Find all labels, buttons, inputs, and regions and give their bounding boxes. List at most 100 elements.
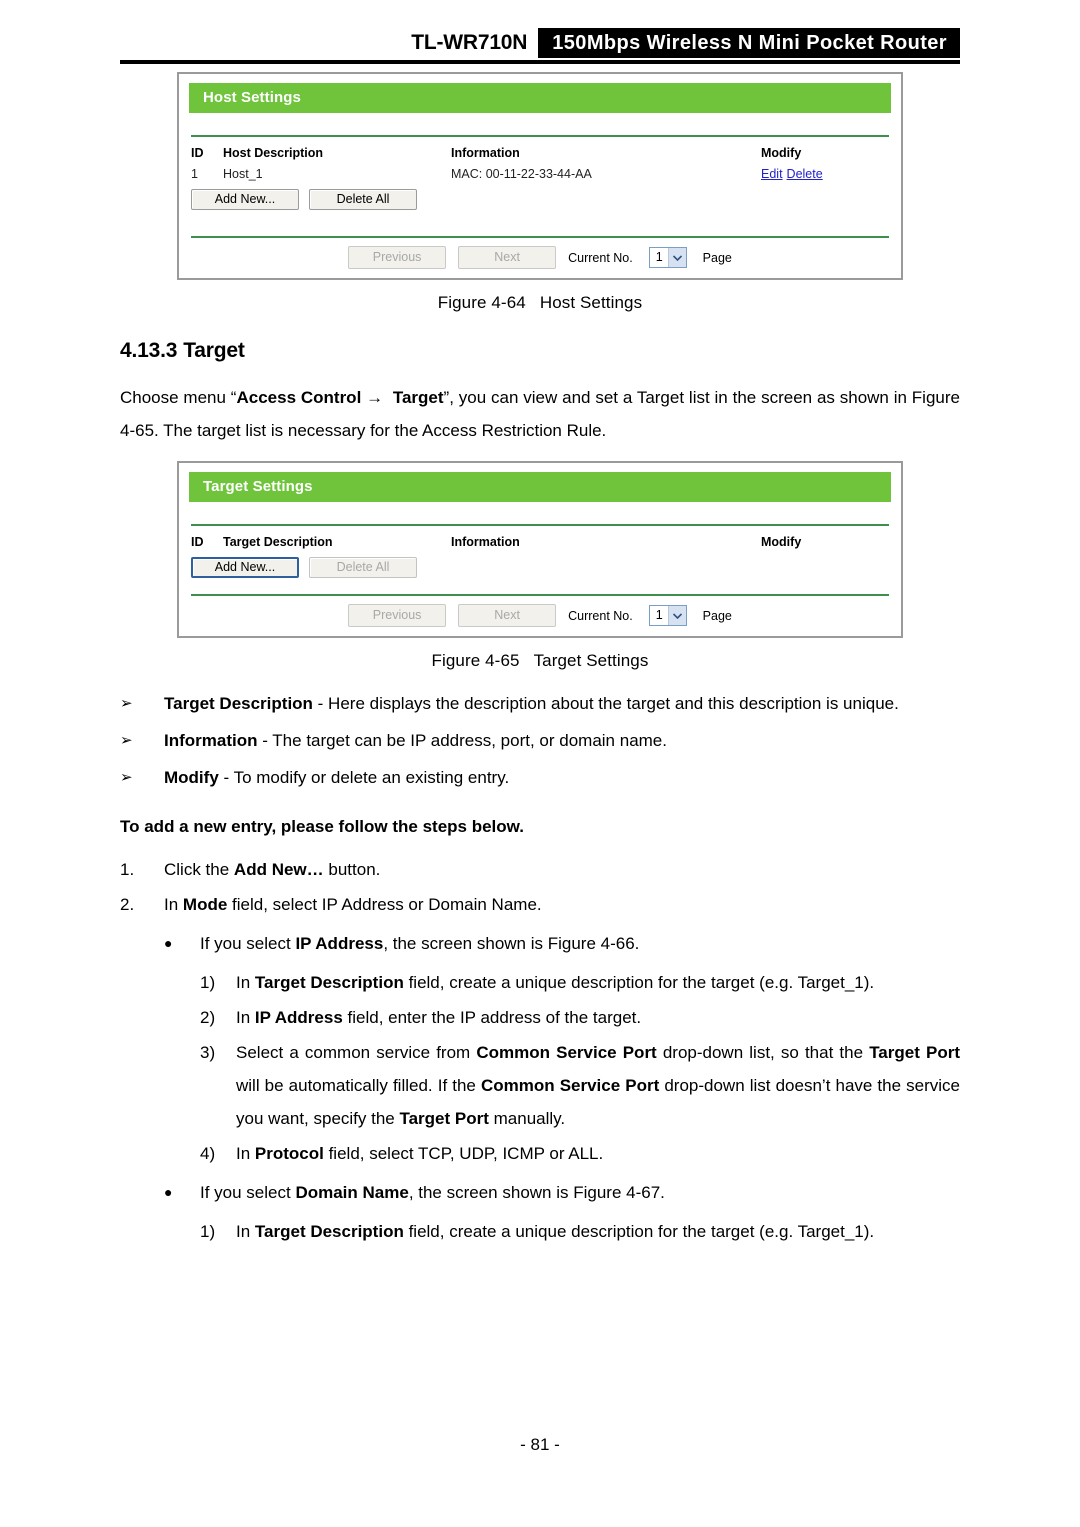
seg-bold: Common Service Port — [480, 1076, 660, 1095]
seg: In — [236, 1144, 255, 1163]
domain-branch-post: , the screen shown is Figure 4-67. — [408, 1183, 665, 1202]
domain-name-branch: ● If you select Domain Name, the screen … — [164, 1176, 960, 1209]
previous-button[interactable]: Previous — [348, 246, 447, 269]
definition-information: Information - The target can be IP addre… — [164, 724, 960, 757]
step-marker: 1. — [120, 860, 135, 879]
domain-branch-bold: Domain Name — [295, 1183, 409, 1202]
current-no-label: Current No. — [568, 250, 633, 265]
figure-4-64-caption: Figure 4-64 Host Settings — [120, 293, 960, 313]
domain-substep-1: In Target Description field, create a un… — [236, 1215, 960, 1248]
next-button[interactable]: Next — [458, 246, 557, 269]
step-1-bold: Add New… — [233, 860, 324, 879]
add-new-button[interactable]: Add New... — [191, 189, 299, 210]
ip-substep-4: In Protocol field, select TCP, UDP, ICMP… — [236, 1137, 960, 1170]
dot-bullet-icon: ● — [164, 1184, 173, 1200]
header-rule — [120, 60, 960, 64]
figure-4-65-number: Figure 4-65 — [431, 651, 520, 670]
list-item: ● If you select IP Address, the screen s… — [164, 927, 960, 960]
add-new-button[interactable]: Add New... — [191, 557, 299, 578]
list-item: 2. In Mode field, select IP Address or D… — [120, 888, 960, 921]
ip-address-branch: ● If you select IP Address, the screen s… — [164, 927, 960, 960]
page-number-footer: - 81 - — [520, 1435, 560, 1454]
step-2-bold: Mode — [182, 895, 228, 914]
domain-name-substeps: 1) In Target Description field, create a… — [200, 1215, 960, 1248]
target-settings-table: ID Target Description Information Modify — [191, 526, 889, 552]
steps-intro-heading: To add a new entry, please follow the st… — [120, 817, 524, 836]
ip-branch-post: , the screen shown is Figure 4-66. — [383, 934, 640, 953]
target-settings-pagination: Previous Next Current No. 1 Page — [191, 596, 889, 630]
step-1-text: Click the Add New… button. — [164, 853, 960, 886]
intro-bold-target: Target — [392, 388, 444, 407]
host-settings-spacer — [191, 210, 889, 236]
step-2-pre: In — [164, 895, 183, 914]
dot-bullet-icon: ● — [164, 935, 173, 951]
step-marker: 2. — [120, 895, 135, 914]
product-banner: 150Mbps Wireless N Mini Pocket Router — [538, 28, 960, 58]
seg-bold: Target Port — [399, 1109, 489, 1128]
document-page: TL-WR710N 150Mbps Wireless N Mini Pocket… — [0, 0, 1080, 1527]
domain-branch-pre: If you select — [200, 1183, 296, 1202]
figure-4-64-text: Host Settings — [539, 293, 643, 312]
ip-branch-bold: IP Address — [295, 934, 384, 953]
list-item: ➢ Modify - To modify or delete an existi… — [120, 761, 960, 794]
seg: field, enter the IP address of the targe… — [342, 1008, 642, 1027]
host-row-information: MAC: 00-11-22-33-44-AA — [451, 167, 592, 181]
target-settings-screenshot: Target Settings ID Target Description In… — [177, 461, 903, 638]
figure-4-65-text: Target Settings — [533, 651, 649, 670]
seg: field, select TCP, UDP, ICMP or ALL. — [323, 1144, 604, 1163]
seg: field, create a unique description for t… — [403, 973, 875, 992]
seg-bold: Target Port — [869, 1043, 960, 1062]
delete-all-button[interactable]: Delete All — [309, 189, 417, 210]
ip-substep-1: In Target Description field, create a un… — [236, 966, 960, 999]
definition-target-description: Target Description - Here displays the d… — [164, 687, 960, 720]
seg: field, create a unique description for t… — [403, 1222, 875, 1241]
target-col-description: Target Description — [223, 535, 333, 549]
table-row: 1 Host_1 MAC: 00-11-22-33-44-AA Edit Dele… — [191, 163, 889, 184]
host-row-modify: Edit Delete — [761, 163, 889, 184]
arrow-bullet-icon: ➢ — [120, 769, 133, 786]
host-col-description: Host Description — [223, 146, 324, 160]
current-no-label: Current No. — [568, 608, 633, 623]
ip-branch-text: If you select IP Address, the screen sho… — [200, 927, 960, 960]
section-number: 4.13.3 — [120, 339, 178, 362]
seg: manually. — [488, 1109, 566, 1128]
step-2-post: field, select IP Address or Domain Name. — [227, 895, 542, 914]
host-row-description: Host_1 — [223, 167, 263, 181]
seg: In — [236, 1222, 255, 1241]
figure-4-64-number: Figure 4-64 — [437, 293, 526, 312]
next-button[interactable]: Next — [458, 604, 557, 627]
seg-bold: Target Description — [254, 973, 404, 992]
host-settings-pagination: Previous Next Current No. 1 Page — [191, 238, 889, 272]
list-item: 1. Click the Add New… button. — [120, 853, 960, 886]
step-1-pre: Click the — [164, 860, 234, 879]
substep-marker: 2) — [200, 1008, 216, 1027]
target-settings-title: Target Settings — [189, 472, 891, 502]
host-col-information: Information — [451, 146, 520, 160]
seg: In — [236, 1008, 255, 1027]
definition-term: Modify — [164, 768, 219, 787]
host-row-id: 1 — [191, 167, 198, 181]
ip-branch-pre: If you select — [200, 934, 296, 953]
steps-list: 1. Click the Add New… button. 2. In Mode… — [120, 853, 960, 921]
figure-4-65-caption: Figure 4-65 Target Settings — [120, 651, 960, 671]
host-col-modify: Modify — [761, 146, 802, 160]
page-number-select[interactable]: 1 — [648, 605, 687, 626]
model-name: TL-WR710N — [411, 31, 528, 54]
ip-address-substeps: 1) In Target Description field, create a… — [200, 966, 960, 1170]
seg: will be automatically filled. If the — [236, 1076, 481, 1095]
section-title: Target — [183, 339, 245, 362]
edit-link[interactable]: Edit — [761, 167, 783, 181]
intro-bold-access-control: Access Control — [236, 388, 362, 407]
previous-button[interactable]: Previous — [348, 604, 447, 627]
page-label: Page — [702, 250, 732, 265]
list-item: ➢ Information - The target can be IP add… — [120, 724, 960, 757]
definition-modify: Modify - To modify or delete an existing… — [164, 761, 960, 794]
list-item: 3) Select a common service from Common S… — [200, 1036, 960, 1135]
substep-marker: 3) — [200, 1043, 216, 1062]
page-number-select[interactable]: 1 — [648, 247, 687, 268]
host-settings-table: ID Host Description Information Modify 1… — [191, 137, 889, 184]
host-table-header-row: ID Host Description Information Modify — [191, 137, 889, 163]
target-col-information: Information — [451, 535, 520, 549]
delete-link[interactable]: Delete — [787, 167, 823, 181]
step-1-post: button. — [323, 860, 381, 879]
